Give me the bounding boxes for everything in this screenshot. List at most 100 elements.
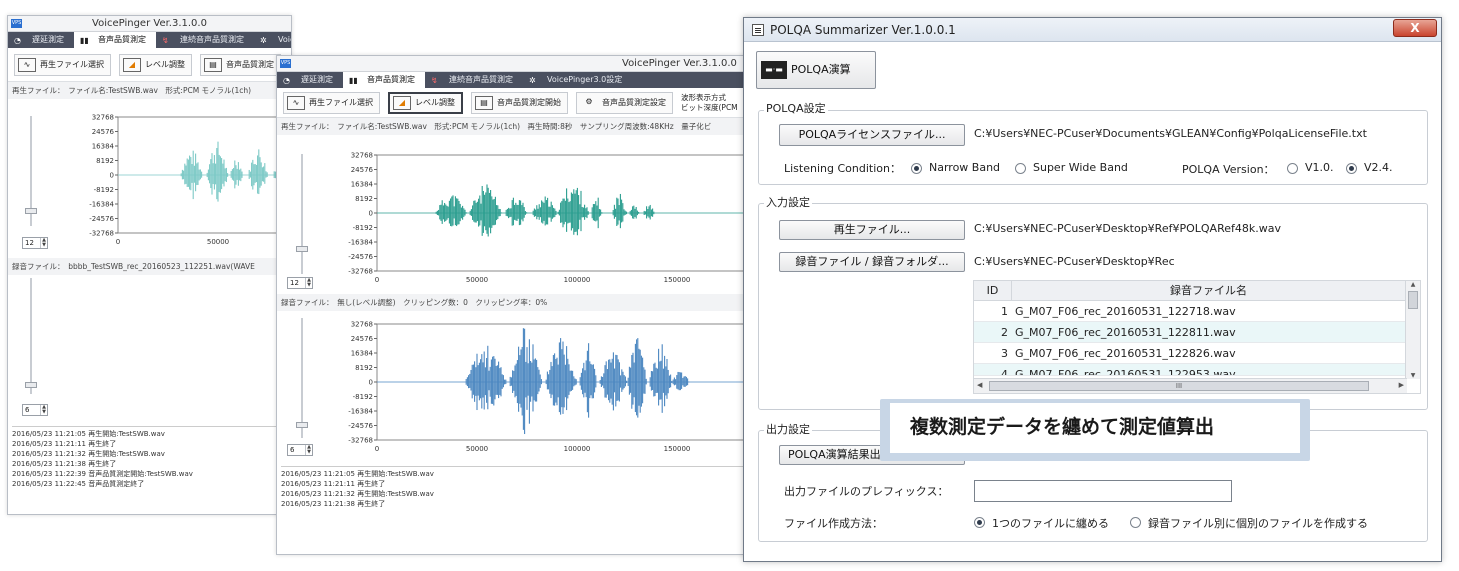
log-line: 2016/05/23 11:21:32 再生開始:TestSWB.wav [281,490,434,498]
y-tick-label: 24576 [351,335,374,343]
method-each-radio[interactable] [1130,517,1141,528]
voicepinger-back-window: VPS VoicePinger Ver.3.1.0.0 ◔ 遅延測定 ▮▮ 音声品質… [7,15,292,515]
measure-icon: ▤ [475,95,493,110]
front-titlebar: VPS VoicePinger Ver.3.1.0.0 [277,56,755,72]
rec-file-table[interactable]: ID 録音ファイル名 1 G_M07_F06_rec_20160531_12271… [973,280,1421,394]
polqa-version-label: POLQA Version： [1182,163,1275,176]
tab-quality[interactable]: ▮▮ 音声品質測定 [343,72,425,88]
log-line: 2016/05/23 11:21:11 再生終了 [281,480,386,488]
method-each-label: 録音ファイル別に個別のファイルを作成する [1148,517,1368,530]
front-rec-info: 録音ファイル： 無し(レベル調整) クリッピング数：0 クリッピング率：0% [277,294,755,311]
version-2-radio[interactable] [1346,163,1357,174]
x-tick-label: 0 [375,445,379,453]
y-tick-label: -8192 [353,393,373,401]
measure-icon: ▤ [204,57,222,72]
horizontal-scrollbar[interactable]: ◀ III ▶ [974,378,1407,393]
scroll-left-arrow[interactable]: ◀ [977,381,982,389]
front-toolbar: ∿ 再生ファイル選択 ◢ レベル調整 ▤ 音声品質測定開始 ⚙ 音声品質測定設定 波形表… [277,88,755,118]
y-tick-label: 0 [110,172,114,180]
front-waveform-bottom: 32768 24576 16384 8192 0 -8192 -16384 -24576 -32… [327,318,755,458]
window-list-icon [752,24,764,36]
tab-settings[interactable]: ✲VoicePinger3.0設定 [523,72,632,88]
license-file-button[interactable]: POLQAライセンスファイル... [779,124,965,146]
x-tick-label: 50000 [466,276,488,284]
waveform-mode[interactable]: 波形表示方式 ビット深度(PCM [681,93,738,113]
front-window-title: VoicePinger Ver.3.1.0.0 [622,58,737,69]
tab-settings[interactable]: ✲VoicePinger3.0設定 [254,32,291,48]
rec-file-button[interactable]: 録音ファイル / 録音フォルダ... [779,252,965,272]
quality-settings-button[interactable]: ⚙ 音声品質測定設定 [576,91,673,114]
polqa-settings-label: POLQA設定 [764,100,828,116]
tab-delay[interactable]: ◔ 遅延測定 [8,32,74,48]
table-row[interactable]: 4 G_M07_F06_rec_20160531_122953.wav [974,364,1405,376]
callout-banner: 複数測定データを纏めて測定値算出 [880,399,1310,461]
log-line: 2016/05/23 11:22:45 音声品質測定終了 [12,480,145,488]
super-wide-band-radio[interactable] [1015,163,1026,174]
clock-icon: ◔ [283,75,290,85]
narrow-band-radio[interactable] [911,163,922,174]
scroll-down-arrow[interactable]: ▼ [1406,372,1420,379]
y-tick-label: -32768 [89,230,114,238]
back-spin-bottom[interactable]: 6 ▲ ▼ [22,404,48,416]
gear-icon: ✲ [529,75,536,85]
polqa-calc-button[interactable]: ▬·▬ POLQA演算 [756,51,876,89]
back-toolbar: ∿ 再生ファイル選択 ◢ レベル調整 ▤ 音声品質測定 [8,48,291,82]
scroll-right-arrow[interactable]: ▶ [1399,381,1404,389]
y-tick-label: 8192 [355,364,373,372]
y-tick-label: -32768 [348,268,373,276]
play-file-path: C:¥Users¥NEC-PCuser¥Desktop¥Ref¥POLQARef… [974,222,1281,235]
prefix-input[interactable] [974,480,1232,502]
back-spin-top[interactable]: 12 ▲ ▼ [22,237,48,249]
x-tick-label: 50000 [207,238,229,246]
close-button[interactable]: X [1393,19,1437,37]
y-tick-label: -24576 [89,215,114,223]
col-name-header[interactable]: 録音ファイル名 [1012,281,1405,300]
table-row[interactable]: 3 G_M07_F06_rec_20160531_122826.wav [974,343,1405,364]
table-row[interactable]: 2 G_M07_F06_rec_20160531_122811.wav [974,322,1405,343]
log-line: 2016/05/23 11:22:39 音声品質測定開始:TestSWB.wav [12,470,193,478]
version-1-radio[interactable] [1287,163,1298,174]
version-2-label: V2.4. [1364,161,1393,174]
y-tick-label: 16384 [351,350,374,358]
log-line: 2016/05/23 11:21:05 再生開始:TestSWB.wav [281,470,434,478]
play-file-select-button[interactable]: ∿ 再生ファイル選択 [283,91,380,114]
vertical-scrollbar[interactable]: ▲ ▼ [1405,281,1420,379]
quality-start-button[interactable]: ▤ 音声品質測定開始 [471,91,568,114]
callout-text: 複数測定データを纏めて測定値算出 [890,403,1300,453]
back-volume-slider-bottom[interactable] [22,278,40,394]
x-tick-label: 0 [375,276,379,284]
quality-start-button[interactable]: ▤ 音声品質測定 [200,53,281,76]
gear-icon: ✲ [260,35,267,45]
y-tick-label: 32768 [351,152,373,160]
play-file-button[interactable]: 再生ファイル... [779,220,965,240]
level-adjust-button[interactable]: ◢ レベル調整 [388,91,463,114]
back-tabbar: ◔遅延測定 ▮▮音声品質測定 ↯連続音声品質測定 ✲VoicePinger3.0… [8,32,291,48]
front-spin-top[interactable]: 12 ▲ ▼ [287,277,313,289]
table-row[interactable]: 1 G_M07_F06_rec_20160531_122718.wav [974,301,1405,322]
y-tick-label: 8192 [355,195,373,203]
tab-quality[interactable]: ▮▮ 音声品質測定 [74,32,156,48]
scroll-up-arrow[interactable]: ▲ [1406,281,1420,288]
front-log: 2016/05/23 11:21:05 再生開始:TestSWB.wav 201… [281,466,751,509]
method-single-radio[interactable] [974,517,985,528]
tab-continuous[interactable]: ↯ 連続音声品質測定 [425,72,523,88]
back-rec-info: 録音ファイル： bbbb_TestSWB_rec_20160523_112251… [8,258,291,275]
play-file-select-button[interactable]: ∿ 再生ファイル選択 [14,53,111,76]
y-tick-label: -16384 [348,239,373,247]
front-volume-slider-bottom[interactable] [293,318,311,438]
front-tabbar: ◔ 遅延測定 ▮▮ 音声品質測定 ↯ 連続音声品質測定 ✲ VoicePinger3.0… [277,72,755,88]
front-spin-bottom[interactable]: 6 ▲ ▼ [287,444,313,456]
col-id-header[interactable]: ID [974,281,1012,300]
level-adjust-button[interactable]: ◢ レベル調整 [119,53,192,76]
rec-path: C:¥Users¥NEC-PCuser¥Desktop¥Rec [974,255,1175,268]
tab-continuous[interactable]: ↯ 連続音声品質測定 [156,32,254,48]
polqa-window: POLQA Summarizer Ver.1.0.0.1 X ▬·▬ POLQA演… [743,17,1442,562]
version-1-label: V1.0. [1305,161,1334,174]
pulse-icon: ↯ [162,35,169,45]
front-volume-slider-top[interactable] [293,154,311,274]
tab-delay[interactable]: ◔ 遅延測定 [277,72,343,88]
back-volume-slider-top[interactable] [22,116,40,226]
x-tick-label: 0 [116,238,120,246]
scroll-thumb[interactable] [1408,291,1418,309]
hscroll-thumb[interactable]: III [989,381,1369,391]
